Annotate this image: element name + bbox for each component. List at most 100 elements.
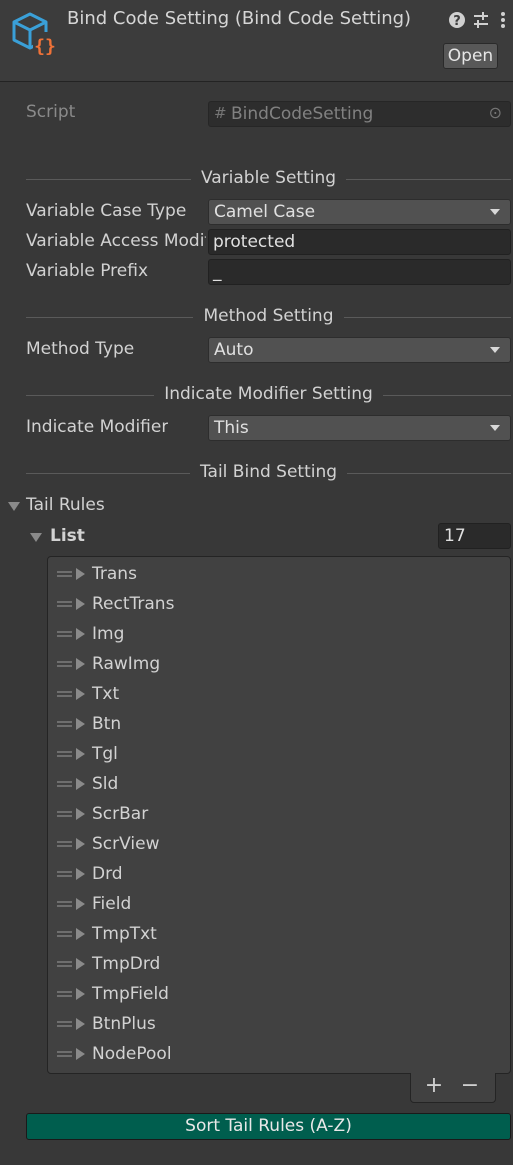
- list-item[interactable]: Tgl: [48, 739, 510, 769]
- drag-handle-icon[interactable]: [57, 901, 72, 907]
- add-element-button[interactable]: +: [419, 1073, 449, 1101]
- list-item[interactable]: RectTrans: [48, 589, 510, 619]
- foldout-collapsed-icon[interactable]: [76, 808, 85, 820]
- list-item[interactable]: Txt: [48, 679, 510, 709]
- help-icon[interactable]: ?: [447, 10, 467, 30]
- foldout-expanded-icon: [30, 533, 42, 542]
- foldout-collapsed-icon[interactable]: [76, 868, 85, 880]
- list-item[interactable]: Sld: [48, 769, 510, 799]
- variable-access-modifier-input[interactable]: protected: [208, 229, 511, 255]
- list-item[interactable]: ScrView: [48, 829, 510, 859]
- drag-handle-icon[interactable]: [57, 931, 72, 937]
- drag-handle-icon[interactable]: [57, 721, 72, 727]
- list-item-label: TmpTxt: [92, 924, 157, 944]
- drag-handle-icon[interactable]: [57, 841, 72, 847]
- list-item-label: Field: [92, 894, 132, 914]
- list-item[interactable]: Field: [48, 889, 510, 919]
- context-menu-icon[interactable]: [495, 10, 511, 30]
- list-foldout[interactable]: List: [30, 526, 150, 548]
- list-item[interactable]: TmpTxt: [48, 919, 510, 949]
- tail-rules-foldout[interactable]: Tail Rules: [8, 495, 128, 517]
- foldout-collapsed-icon[interactable]: [76, 958, 85, 970]
- list-item[interactable]: BtnPlus: [48, 1009, 510, 1039]
- variable-prefix-value: _: [213, 262, 222, 282]
- tail-bind-setting-title: Tail Bind Setting: [189, 462, 348, 482]
- list-item[interactable]: TmpDrd: [48, 949, 510, 979]
- foldout-collapsed-icon[interactable]: [76, 1048, 85, 1060]
- list-item[interactable]: ScrBar: [48, 799, 510, 829]
- script-object-icon: {}: [12, 12, 57, 57]
- open-button[interactable]: Open: [443, 43, 498, 69]
- method-type-value: Auto: [214, 340, 254, 360]
- list-item[interactable]: Img: [48, 619, 510, 649]
- indicate-modifier-dropdown[interactable]: This: [208, 415, 511, 441]
- foldout-collapsed-icon[interactable]: [76, 568, 85, 580]
- list-item-label: ScrView: [92, 834, 160, 854]
- foldout-collapsed-icon[interactable]: [76, 748, 85, 760]
- list-item[interactable]: NodePool: [48, 1039, 510, 1069]
- list-item-label: RectTrans: [92, 594, 175, 614]
- foldout-collapsed-icon[interactable]: [76, 658, 85, 670]
- foldout-collapsed-icon[interactable]: [76, 838, 85, 850]
- drag-handle-icon[interactable]: [57, 691, 72, 697]
- list-item[interactable]: RawImg: [48, 649, 510, 679]
- list-item[interactable]: TmpField: [48, 979, 510, 1009]
- foldout-collapsed-icon[interactable]: [76, 928, 85, 940]
- chevron-down-icon: [490, 347, 500, 353]
- list-item-label: Txt: [92, 684, 120, 704]
- drag-handle-icon[interactable]: [57, 811, 72, 817]
- variable-prefix-label: Variable Prefix: [26, 261, 149, 281]
- drag-handle-icon[interactable]: [57, 661, 72, 667]
- indicate-modifier-label: Indicate Modifier: [26, 417, 169, 437]
- list-item-label: Tgl: [92, 744, 118, 764]
- drag-handle-icon[interactable]: [57, 1021, 72, 1027]
- drag-handle-icon[interactable]: [57, 961, 72, 967]
- variable-setting-title: Variable Setting: [190, 168, 347, 188]
- foldout-collapsed-icon[interactable]: [76, 1018, 85, 1030]
- tail-rules-list: Trans RectTrans Img RawImg Txt Btn Tgl Sld ScrBa…: [47, 556, 511, 1074]
- drag-handle-icon[interactable]: [57, 991, 72, 997]
- foldout-collapsed-icon[interactable]: [76, 778, 85, 790]
- variable-access-modifier-label: Variable Access Modifier: [26, 231, 206, 251]
- object-picker-icon: ⊙: [488, 103, 502, 122]
- drag-handle-icon[interactable]: [57, 571, 72, 577]
- chevron-down-icon: [490, 209, 500, 215]
- list-item-label: Btn: [92, 714, 122, 734]
- list-item-label: Sld: [92, 774, 119, 794]
- list-item-label: Drd: [92, 864, 123, 884]
- method-type-dropdown[interactable]: Auto: [208, 337, 511, 363]
- list-size-value: 17: [444, 526, 466, 546]
- list-item-label: Trans: [92, 564, 137, 584]
- foldout-collapsed-icon[interactable]: [76, 988, 85, 1000]
- list-item[interactable]: Trans: [48, 559, 510, 589]
- sort-tail-rules-button[interactable]: Sort Tail Rules (A-Z): [26, 1113, 511, 1140]
- list-item-label: NodePool: [92, 1044, 172, 1064]
- drag-handle-icon[interactable]: [57, 751, 72, 757]
- list-footer: + −: [410, 1073, 496, 1103]
- list-item-label: BtnPlus: [92, 1014, 156, 1034]
- tail-rules-label: Tail Rules: [26, 495, 105, 515]
- preset-settings-icon[interactable]: [471, 10, 491, 30]
- method-type-label: Method Type: [26, 339, 135, 359]
- list-item-label: TmpField: [92, 984, 169, 1004]
- list-item[interactable]: Drd: [48, 859, 510, 889]
- list-label: List: [50, 526, 85, 546]
- foldout-collapsed-icon[interactable]: [76, 718, 85, 730]
- list-item[interactable]: Btn: [48, 709, 510, 739]
- list-size-input[interactable]: 17: [438, 523, 511, 549]
- foldout-collapsed-icon[interactable]: [76, 628, 85, 640]
- drag-handle-icon[interactable]: [57, 601, 72, 607]
- foldout-collapsed-icon[interactable]: [76, 688, 85, 700]
- foldout-collapsed-icon[interactable]: [76, 898, 85, 910]
- foldout-collapsed-icon[interactable]: [76, 598, 85, 610]
- drag-handle-icon[interactable]: [57, 871, 72, 877]
- method-setting-header: Method Setting: [26, 306, 511, 328]
- drag-handle-icon[interactable]: [57, 1051, 72, 1057]
- remove-element-button[interactable]: −: [455, 1073, 485, 1101]
- variable-case-type-dropdown[interactable]: Camel Case: [208, 199, 511, 225]
- drag-handle-icon[interactable]: [57, 631, 72, 637]
- drag-handle-icon[interactable]: [57, 781, 72, 787]
- inspector-header: {} Bind Code Setting (Bind Code Setting)…: [0, 0, 513, 82]
- list-item-label: ScrBar: [92, 804, 149, 824]
- variable-prefix-input[interactable]: _: [208, 259, 511, 285]
